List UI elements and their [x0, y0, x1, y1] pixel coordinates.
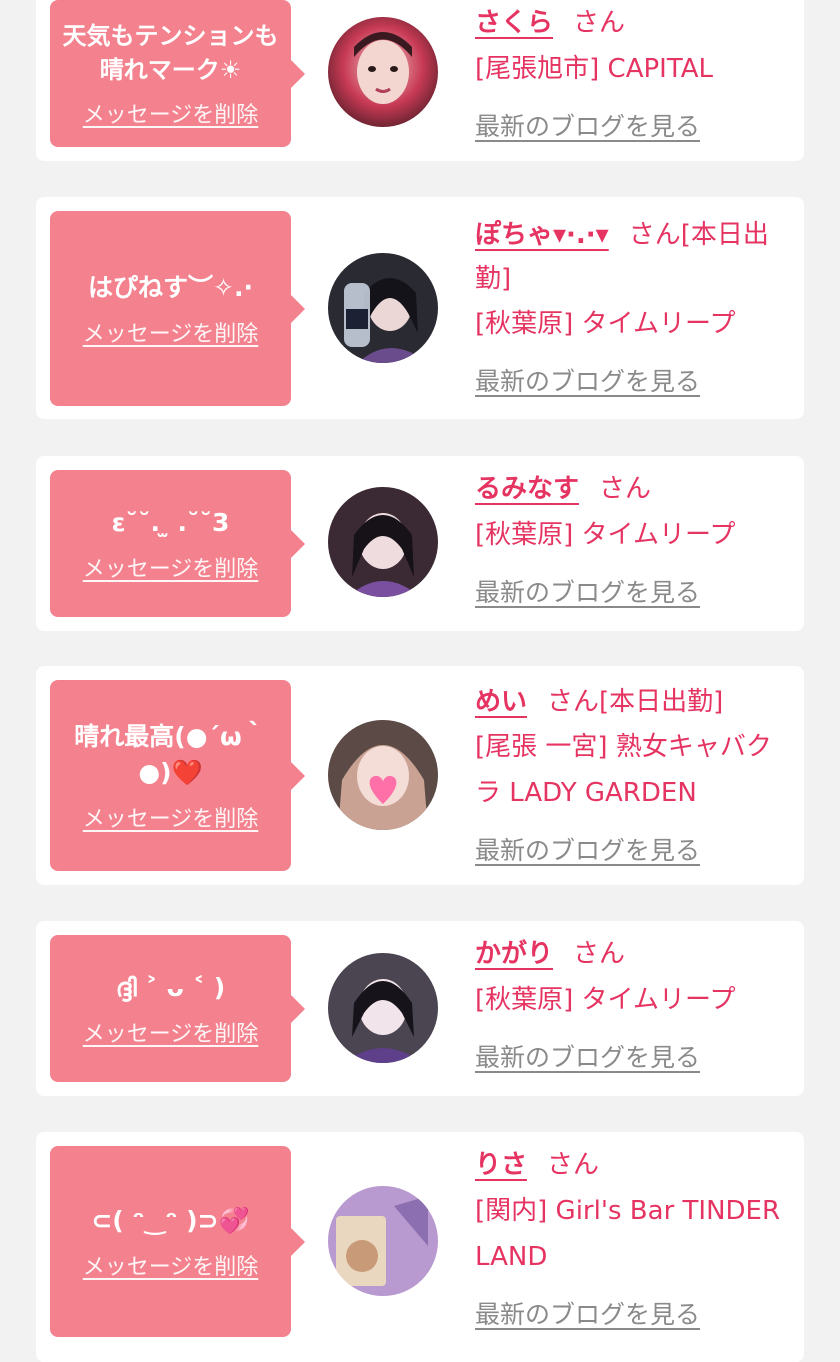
name-suffix: さん [628, 220, 681, 250]
message-bubble: ε˘˘. ̫ .˘˘3 メッセージを削除 [50, 470, 305, 617]
delete-message-link[interactable]: メッセージを削除 [83, 316, 259, 348]
cast-name-link[interactable]: りさ [475, 1150, 527, 1180]
name-suffix: さん [547, 1150, 600, 1180]
latest-blog-link[interactable]: 最新のブログを見る [475, 1035, 700, 1081]
latest-blog-link[interactable]: 最新のブログを見る [475, 104, 700, 150]
message-text: ⊂( ᵔ‿ᵔ )⊃💞 [91, 1205, 250, 1235]
cast-name-link[interactable]: かがり [475, 939, 553, 969]
avatar-image [328, 17, 438, 127]
message-bubble: ദ്ദി ˃ ᴗ ˂ ) メッセージを削除 [50, 935, 305, 1082]
name-suffix: さん [573, 8, 626, 38]
entry-info: かがり さん [秋葉原] タイムリープ 最新のブログを見る [475, 931, 787, 1081]
shop-label: [秋葉原] タイムリープ [475, 520, 736, 550]
message-card: 天気もテンションも晴れマーク☀ メッセージを削除 さくら さん [尾張旭市] CA… [36, 0, 804, 161]
latest-blog-link[interactable]: 最新のブログを見る [475, 828, 700, 874]
delete-message-link[interactable]: メッセージを削除 [83, 1016, 259, 1048]
blog-row: 最新のブログを見る [475, 104, 787, 150]
avatar[interactable] [328, 720, 438, 830]
avatar[interactable] [328, 17, 438, 127]
message-text: 天気もテンションも晴れマーク☀ [62, 21, 279, 84]
shop-label: [尾張 一宮] 熟女キャバクラ LADY GARDEN [475, 732, 772, 808]
name-suffix: さん [547, 687, 600, 717]
delete-message-link[interactable]: メッセージを削除 [83, 551, 259, 583]
cast-name-link[interactable]: めい [475, 687, 527, 717]
blog-row: 最新のブログを見る [475, 828, 787, 874]
latest-blog-link[interactable]: 最新のブログを見る [475, 1292, 700, 1338]
avatar[interactable] [328, 487, 438, 597]
delete-message-link[interactable]: メッセージを削除 [83, 97, 259, 129]
name-line: かがり さん [475, 931, 787, 977]
cast-name-link[interactable]: ぽちゃ▾·.·▾ [475, 220, 609, 250]
entry-info: ぽちゃ▾·.·▾ さん[本日出勤] [秋葉原] タイムリープ 最新のブログを見る [475, 213, 787, 405]
message-bubble: ⊂( ᵔ‿ᵔ )⊃💞 メッセージを削除 [50, 1146, 305, 1337]
shop-label: [秋葉原] タイムリープ [475, 309, 736, 339]
name-suffix: さん [599, 474, 652, 504]
avatar[interactable] [328, 953, 438, 1063]
message-card: ദ്ദി ˃ ᴗ ˂ ) メッセージを削除 かがり さん [秋葉原] タイムリープ… [36, 921, 804, 1096]
name-line: るみなす さん [475, 466, 787, 512]
blog-row: 最新のブログを見る [475, 1292, 787, 1338]
avatar[interactable] [328, 1186, 438, 1296]
shop-label: [尾張旭市] CAPITAL [475, 54, 713, 84]
message-bubble: はぴねす︶✧.· メッセージを削除 [50, 211, 305, 406]
message-card: ε˘˘. ̫ .˘˘3 メッセージを削除 るみなす さん [秋葉原] タイムリープ… [36, 456, 804, 631]
message-bubble: 天気もテンションも晴れマーク☀ メッセージを削除 [50, 0, 305, 147]
shop-label: [秋葉原] タイムリープ [475, 985, 736, 1015]
avatar-image [328, 487, 438, 597]
entry-info: さくら さん [尾張旭市] CAPITAL 最新のブログを見る [475, 0, 787, 150]
name-suffix: さん [573, 939, 626, 969]
name-line: りさ さん [475, 1142, 787, 1188]
message-card: はぴねす︶✧.· メッセージを削除 ぽちゃ▾·.·▾ さん[本日出勤] [秋葉原]… [36, 197, 804, 419]
avatar-image [328, 253, 438, 363]
latest-blog-link[interactable]: 最新のブログを見る [475, 570, 700, 616]
today-working-label: [本日出勤] [599, 687, 724, 717]
delete-message-link[interactable]: メッセージを削除 [83, 801, 259, 833]
blog-row: 最新のブログを見る [475, 359, 787, 405]
name-line: ぽちゃ▾·.·▾ さん[本日出勤] [475, 213, 787, 301]
delete-message-link[interactable]: メッセージを削除 [83, 1249, 259, 1281]
message-card: 晴れ最高(●´ω｀●)❤️ メッセージを削除 めい さん[本日出勤] [尾張 一宮… [36, 666, 804, 885]
entry-info: りさ さん [関内] Girl's Bar TINDER LAND 最新のブログを… [475, 1142, 787, 1338]
entry-info: るみなす さん [秋葉原] タイムリープ 最新のブログを見る [475, 466, 787, 616]
shop-label: [関内] Girl's Bar TINDER LAND [475, 1196, 781, 1272]
entry-info: めい さん[本日出勤] [尾張 一宮] 熟女キャバクラ LADY GARDEN 最… [475, 680, 787, 874]
blog-row: 最新のブログを見る [475, 1035, 787, 1081]
blog-row: 最新のブログを見る [475, 570, 787, 616]
cast-name-link[interactable]: るみなす [475, 474, 579, 504]
latest-blog-link[interactable]: 最新のブログを見る [475, 359, 700, 405]
avatar-image [328, 1186, 438, 1296]
message-card: ⊂( ᵔ‿ᵔ )⊃💞 メッセージを削除 りさ さん [関内] Girl's Bar… [36, 1132, 804, 1362]
avatar[interactable] [328, 253, 438, 363]
message-text: ദ്ദി ˃ ᴗ ˂ ) [115, 972, 226, 1002]
name-line: さくら さん [475, 0, 787, 46]
message-text: はぴねす︶✧.· [88, 272, 253, 302]
message-text: ε˘˘. ̫ .˘˘3 [111, 507, 230, 537]
message-bubble: 晴れ最高(●´ω｀●)❤️ メッセージを削除 [50, 680, 305, 871]
avatar-image [328, 953, 438, 1063]
avatar-image [328, 720, 438, 830]
message-text: 晴れ最高(●´ω｀●)❤️ [74, 721, 267, 787]
cast-name-link[interactable]: さくら [475, 8, 553, 38]
name-line: めい さん[本日出勤] [475, 680, 787, 724]
